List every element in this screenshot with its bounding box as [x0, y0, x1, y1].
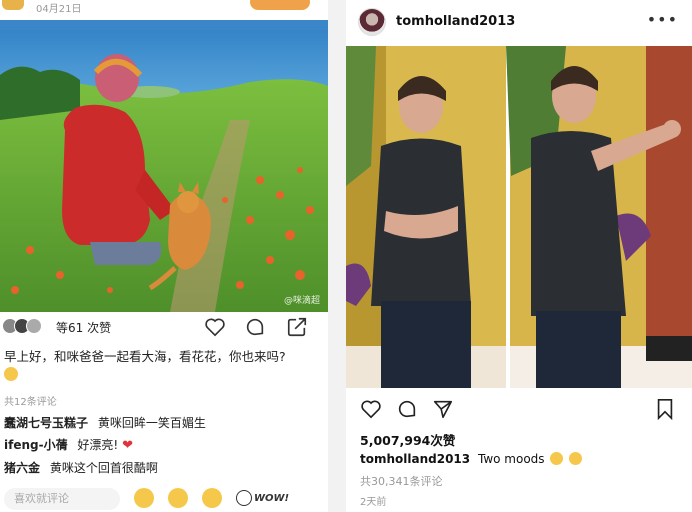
comment-text: 黄咪这个回首很酷啊 [49, 461, 158, 475]
author-avatar[interactable] [358, 8, 386, 36]
caption-author[interactable]: tomholland2013 [360, 452, 470, 466]
heart-eyes-emoji-icon[interactable] [134, 488, 154, 508]
comment-item: 蠢湖七号玉糕子 黄咪回眸一笑百媚生 [4, 412, 324, 434]
caption-text: Two moods [477, 452, 545, 466]
more-options-icon[interactable]: ••• [647, 10, 678, 29]
likes-count[interactable]: 等61 次赞 [56, 319, 111, 336]
post-header: tomholland2013 ••• [346, 0, 692, 46]
liker-avatar [26, 318, 42, 334]
caption-text: 早上好，和咪爸爸一起看大海，看花花，你也来吗? [4, 349, 286, 364]
post-photo[interactable]: @咪滴超 [0, 20, 328, 312]
likes-count[interactable]: 5,007,994次赞 [360, 430, 455, 449]
comment-count[interactable]: 共12条评论 [4, 393, 57, 408]
photo-cat-by-sea [0, 20, 328, 312]
wink-emoji-icon [569, 452, 583, 465]
wow-label: WOW! [254, 492, 290, 504]
comment-author[interactable]: 猪六金 [4, 461, 40, 475]
author-avatar[interactable] [2, 0, 24, 10]
author-username[interactable]: tomholland2013 [396, 14, 515, 29]
photo-two-moods [346, 46, 692, 388]
heart-icon[interactable] [204, 316, 226, 338]
view-comments-link[interactable]: 共30,341条评论 [360, 473, 443, 489]
comment-list: 蠢湖七号玉糕子 黄咪回眸一笑百媚生 ifeng-小蒨 好漂亮! ❤ 猪六金 黄咪… [4, 412, 324, 479]
post-caption: 早上好，和咪爸爸一起看大海，看花花，你也来吗? [4, 348, 324, 384]
clap-emoji-icon[interactable] [168, 488, 188, 508]
laughing-emoji-icon[interactable] [202, 488, 222, 508]
comment-icon[interactable] [396, 398, 418, 420]
instagram-post-card: tomholland2013 ••• 5,007,994次赞 tomhollan… [346, 0, 692, 512]
post-action-bar: 等61 次赞 [0, 316, 328, 338]
comment-text: 好漂亮! [77, 438, 119, 452]
post-action-bar [346, 396, 692, 422]
bookmark-icon[interactable] [654, 398, 676, 420]
heart-icon[interactable] [360, 398, 382, 420]
follow-button[interactable] [250, 0, 310, 10]
share-icon[interactable] [286, 316, 308, 338]
wow-reaction-button[interactable]: WOW! [236, 490, 289, 506]
comment-author[interactable]: ifeng-小蒨 [4, 438, 68, 452]
comment-author[interactable]: 蠢湖七号玉糕子 [4, 416, 88, 430]
photo-watermark: @咪滴超 [283, 296, 320, 306]
send-icon[interactable] [432, 398, 454, 420]
liker-avatars[interactable] [2, 318, 42, 334]
comment-text: 黄咪回眸一笑百媚生 [97, 416, 206, 430]
smile-emoji-icon [550, 452, 564, 465]
red-heart-icon: ❤ [122, 438, 133, 453]
quick-reaction-bar: WOW! [134, 488, 289, 508]
post-caption: tomholland2013 Two moods [360, 452, 583, 466]
comment-input[interactable]: 喜欢就评论 [4, 488, 120, 510]
comment-item: ifeng-小蒨 好漂亮! ❤ [4, 434, 324, 457]
post-timestamp: 2天前 [360, 497, 387, 508]
weibo-post-card: 04月21日 @咪滴超 等61 次赞 早上好，和咪爸爸一起看大海，看花花，你也来… [0, 0, 328, 512]
post-photo[interactable] [346, 46, 692, 388]
post-header: 04月21日 [0, 0, 328, 20]
smile-emoji-icon [4, 367, 18, 381]
comment-icon[interactable] [244, 316, 266, 338]
comment-item: 猪六金 黄咪这个回首很酷啊 [4, 457, 324, 479]
post-date: 04月21日 [36, 4, 82, 15]
wow-face-icon [236, 490, 252, 506]
